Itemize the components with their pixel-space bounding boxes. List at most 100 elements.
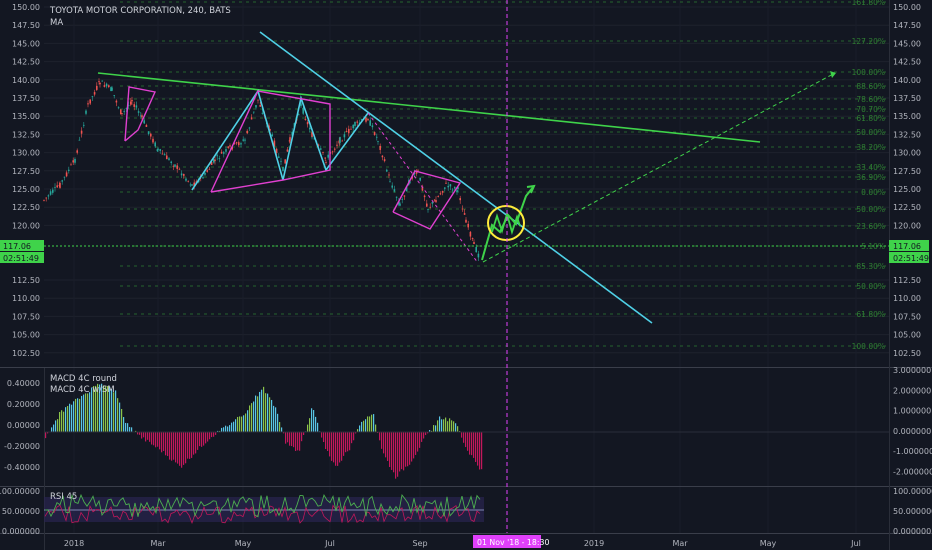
macd-bar <box>457 426 459 432</box>
candle-body <box>133 104 135 107</box>
candle-body <box>369 120 371 126</box>
candle-body <box>185 178 187 181</box>
macd-bar <box>265 393 267 432</box>
macd-bar <box>479 432 481 470</box>
price-pane[interactable] <box>44 0 889 367</box>
candle-body <box>93 92 96 95</box>
macd-bar <box>317 422 319 432</box>
macd-bar <box>477 432 479 466</box>
macd-bar <box>285 432 287 444</box>
candle-body <box>391 185 393 188</box>
macd-bar <box>351 432 353 444</box>
chart-canvas[interactable]: 161.80%127.20%100.00%88.60%78.60%70.70%6… <box>0 0 932 550</box>
macd-bar <box>267 393 269 432</box>
candle-body <box>441 190 444 193</box>
candle-body <box>348 128 350 134</box>
candle-body <box>388 174 390 176</box>
macd-bar <box>451 420 453 432</box>
candle-body <box>80 130 83 134</box>
time-tick: 2019 <box>584 539 604 548</box>
candle-body <box>183 174 185 176</box>
time-tick: Mar <box>672 539 688 548</box>
price-tick: 107.50 <box>893 312 921 321</box>
macd-bar <box>81 395 83 432</box>
candle-body <box>137 111 140 113</box>
macd-bar <box>65 407 67 432</box>
macd-bar <box>151 432 153 445</box>
fib-label: 50.00% <box>856 205 885 214</box>
candle-body <box>339 137 341 143</box>
candle-body <box>302 108 304 114</box>
candle-body <box>49 191 52 195</box>
candle-body <box>377 141 379 142</box>
macd-bar <box>75 398 77 432</box>
price-tick: 140.00 <box>893 76 921 85</box>
macd-bar <box>87 393 89 432</box>
candle-body <box>381 155 384 158</box>
macd-bar <box>67 405 69 432</box>
candle-body <box>150 133 152 137</box>
candle-body <box>159 149 161 151</box>
fib-label: 38.20% <box>856 143 885 152</box>
candle-body <box>365 117 367 122</box>
price-tick-left: 102.50 <box>12 349 40 358</box>
candle-body <box>419 177 421 181</box>
current-price-left: 117.06 <box>3 242 31 251</box>
macd-bar <box>141 432 143 439</box>
macd-bar <box>145 432 147 442</box>
macd-bar <box>167 432 169 457</box>
candle-body <box>345 130 348 132</box>
price-tick-left: 135.00 <box>12 112 40 121</box>
macd-bar <box>127 423 129 432</box>
macd-legend-2[interactable]: MACD 4C w/SM <box>50 385 115 395</box>
rsi-legend[interactable]: RSI 45 <box>50 492 77 502</box>
indicator-label[interactable]: MA <box>50 18 63 28</box>
candle-body <box>304 118 307 120</box>
price-tick-left: 130.00 <box>12 149 40 158</box>
macd-bar <box>69 403 71 432</box>
candle-body <box>456 190 458 192</box>
macd-bar <box>387 432 389 461</box>
candle-body <box>444 187 446 189</box>
candle-body <box>166 155 168 160</box>
candle-body <box>334 148 336 150</box>
candle-body <box>96 85 98 90</box>
macd-bar <box>239 416 241 432</box>
macd-pane[interactable] <box>44 368 889 486</box>
countdown-left: 02:51:49 <box>3 254 39 263</box>
price-tick-left: 150.00 <box>12 3 40 12</box>
candle-body <box>343 134 346 138</box>
candle-body <box>352 124 354 129</box>
macd-bar <box>61 410 63 432</box>
macd-bar <box>83 394 85 432</box>
macd-bar <box>321 432 323 438</box>
candle-body <box>437 196 439 198</box>
candle-body <box>427 209 429 210</box>
macd-bar <box>209 432 211 440</box>
macd-bar <box>197 432 199 450</box>
price-tick: 102.50 <box>893 349 921 358</box>
candle-body <box>56 185 58 188</box>
macd-bar <box>345 432 347 453</box>
macd-bar <box>417 432 419 452</box>
candle-body <box>465 219 467 223</box>
macd-bar <box>71 404 73 432</box>
macd-bar <box>323 432 325 443</box>
candle-body <box>298 114 300 116</box>
fib-label: 33.40% <box>856 163 885 172</box>
macd-legend-1[interactable]: MACD 4C round <box>50 374 117 384</box>
macd-bar <box>203 432 205 446</box>
macd-bar <box>333 432 335 463</box>
macd-bar <box>229 425 231 432</box>
macd-bar <box>185 432 187 464</box>
macd-tick-right: -1.000000 <box>893 447 932 456</box>
time-tick: May <box>760 539 777 548</box>
macd-bar <box>155 432 157 448</box>
macd-tick-left: 0.00000 <box>7 421 40 430</box>
candle-body <box>386 169 388 172</box>
macd-bar <box>53 424 55 432</box>
price-tick: 137.50 <box>893 94 921 103</box>
time-tick: May <box>235 539 252 548</box>
macd-bar <box>421 432 423 442</box>
candle-body <box>242 139 244 141</box>
